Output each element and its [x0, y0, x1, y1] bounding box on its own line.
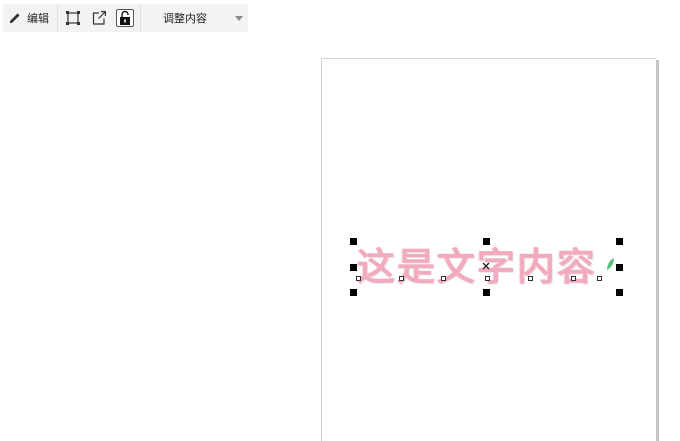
node-point[interactable]	[571, 276, 576, 281]
resize-handle-top-right[interactable]	[616, 238, 623, 245]
crop-frame-button[interactable]	[64, 9, 82, 27]
lock-button[interactable]	[116, 9, 134, 27]
chevron-down-icon	[235, 16, 243, 21]
node-point[interactable]	[441, 276, 446, 281]
toolbar-icon-group	[58, 9, 140, 27]
resize-handle-bottom[interactable]	[483, 289, 490, 296]
resize-handle-left[interactable]	[350, 264, 357, 271]
resize-handle-top-left[interactable]	[350, 238, 357, 245]
node-point[interactable]	[597, 276, 602, 281]
node-point[interactable]	[356, 276, 361, 281]
adjust-content-dropdown[interactable]: 调整内容	[141, 4, 248, 32]
resize-handle-bottom-right[interactable]	[616, 289, 623, 296]
rotation-center-icon[interactable]	[482, 262, 490, 270]
export-icon	[92, 11, 106, 25]
workspace[interactable]: 编辑 调整内容 这是文字内容	[0, 0, 680, 441]
crop-frame-icon	[66, 11, 80, 25]
edit-button-label: 编辑	[27, 11, 49, 25]
leaf-decoration-icon	[607, 258, 614, 270]
node-point[interactable]	[485, 276, 490, 281]
object-toolbar: 编辑 调整内容	[3, 4, 248, 32]
node-point[interactable]	[399, 276, 404, 281]
edit-button[interactable]: 编辑	[3, 4, 57, 32]
page-shadow	[656, 60, 659, 441]
node-point[interactable]	[528, 276, 533, 281]
pencil-icon	[10, 13, 20, 23]
adjust-content-label: 调整内容	[163, 12, 207, 25]
export-button[interactable]	[90, 9, 108, 27]
resize-handle-top[interactable]	[483, 238, 490, 245]
resize-handle-right[interactable]	[616, 264, 623, 271]
lock-icon	[120, 10, 130, 25]
resize-handle-bottom-left[interactable]	[350, 289, 357, 296]
